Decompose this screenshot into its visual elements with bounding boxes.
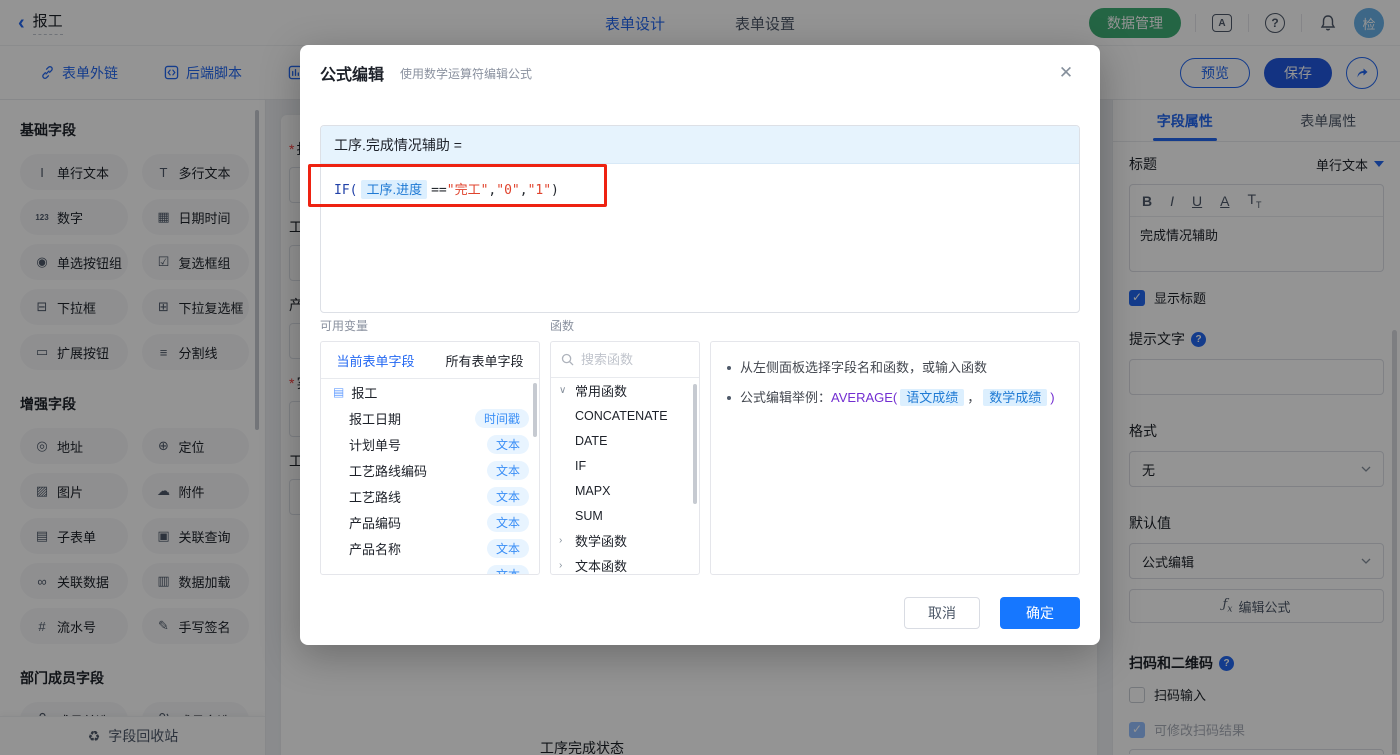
- function-item-mapx[interactable]: MAPX: [551, 478, 699, 503]
- modal-footer: 取消 确定: [904, 597, 1080, 629]
- functions-scrollbar[interactable]: [693, 384, 697, 504]
- tab-all-form-fields[interactable]: 所有表单字段: [430, 351, 539, 370]
- type-badge: 文本: [486, 486, 529, 506]
- variables-label: 可用变量: [320, 319, 369, 333]
- chevron-collapsed-icon: ›: [559, 560, 563, 571]
- close-icon[interactable]: ✕: [1054, 61, 1078, 85]
- variable-item[interactable]: 报工日期 时间戳: [321, 405, 539, 431]
- type-badge: 文本: [486, 512, 529, 532]
- variables-tabs: 当前表单字段 所有表单字段: [321, 342, 539, 379]
- functions-label: 函数: [550, 319, 575, 333]
- function-group-math[interactable]: › 数学函数: [551, 528, 699, 553]
- modal-subtitle: 使用数学运算符编辑公式: [400, 66, 533, 81]
- variable-item[interactable]: 产品名称 文本: [321, 535, 539, 561]
- function-search-input[interactable]: [581, 352, 681, 367]
- variable-item[interactable]: 工艺路线编码 文本: [321, 457, 539, 483]
- search-icon: [561, 353, 574, 366]
- app-screen: ‹ 报工 表单设计 表单设置 数据管理 A ? 检 表单外链 后端脚本 预览 保…: [0, 0, 1400, 755]
- function-item-sum[interactable]: SUM: [551, 503, 699, 528]
- example-field-chip: 数学成绩: [983, 389, 1048, 406]
- chevron-collapsed-icon: ›: [559, 535, 563, 546]
- function-item-date[interactable]: DATE: [551, 428, 699, 453]
- modal-header: 公式编辑 使用数学运算符编辑公式: [300, 45, 1100, 101]
- formula-edit-modal: 公式编辑 使用数学运算符编辑公式 ✕ 工序.完成情况辅助 = IF(工序.进度 =…: [300, 45, 1100, 645]
- variable-item[interactable]: 计划单号 文本: [321, 431, 539, 457]
- example-field-chip: 语文成绩: [900, 389, 965, 406]
- variables-panel: 当前表单字段 所有表单字段 ▤ 报工 报工日期 时间戳 计划单号 文本 工艺路线编码…: [320, 341, 540, 575]
- functions-panel: ∨常用函数 CONCATENATE DATE IF MAPX SUM ›数学函数…: [550, 341, 700, 575]
- variable-item[interactable]: 产品编码 文本: [321, 509, 539, 535]
- document-icon: ▤: [333, 385, 345, 399]
- function-search: [551, 342, 699, 378]
- hint-line-1: 从左侧面板选择字段名和函数，或输入函数: [727, 358, 1063, 378]
- tab-current-form-fields[interactable]: 当前表单字段: [321, 351, 430, 370]
- variable-item[interactable]: 文本: [321, 561, 539, 574]
- variable-item[interactable]: 工艺路线 文本: [321, 483, 539, 509]
- cancel-button[interactable]: 取消: [904, 597, 980, 629]
- formula-lhs: 工序.完成情况辅助 =: [321, 126, 1079, 164]
- formula-editor[interactable]: 工序.完成情况辅助 = IF(工序.进度 =="完工","0","1"): [320, 125, 1080, 313]
- variables-list: ▤ 报工 报工日期 时间戳 计划单号 文本 工艺路线编码 文本 工艺路线 文本 产品编码…: [321, 379, 539, 574]
- function-item-concatenate[interactable]: CONCATENATE: [551, 403, 699, 428]
- chevron-expanded-icon: ∨: [559, 385, 567, 396]
- modal-title: 公式编辑: [320, 67, 385, 84]
- hint-panel: 从左侧面板选择字段名和函数，或输入函数 公式编辑举例：AVERAGE(语文成绩，…: [710, 341, 1080, 575]
- type-badge: 时间戳: [474, 408, 529, 428]
- variable-root[interactable]: ▤ 报工: [321, 379, 539, 405]
- type-badge: 文本: [486, 460, 529, 480]
- function-group-text[interactable]: › 文本函数: [551, 553, 699, 574]
- confirm-button[interactable]: 确定: [1000, 597, 1080, 629]
- function-item-if[interactable]: IF: [551, 453, 699, 478]
- hint-line-2: 公式编辑举例：AVERAGE(语文成绩，数学成绩): [727, 388, 1063, 408]
- type-badge: 文本: [486, 538, 529, 558]
- formula-body[interactable]: IF(工序.进度 =="完工","0","1"): [321, 164, 1079, 213]
- type-badge: 文本: [486, 564, 529, 574]
- formula-field-token[interactable]: 工序.进度: [361, 180, 428, 199]
- type-badge: 文本: [486, 434, 529, 454]
- function-group-common[interactable]: ∨ 常用函数: [551, 378, 699, 403]
- formula-function: IF(: [334, 183, 358, 198]
- variables-scrollbar[interactable]: [533, 383, 537, 437]
